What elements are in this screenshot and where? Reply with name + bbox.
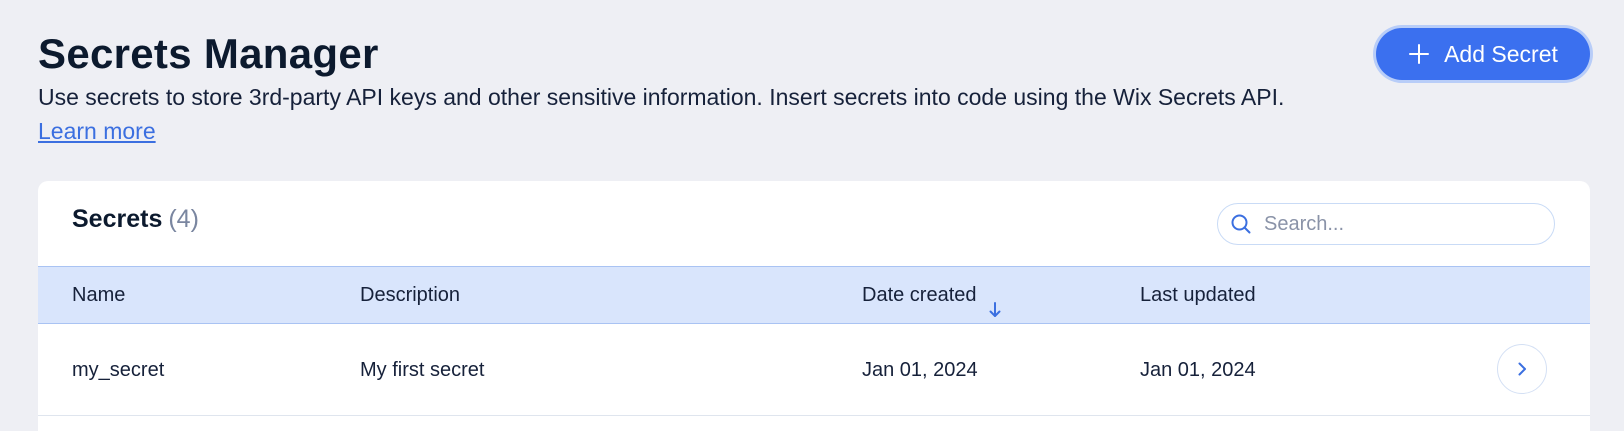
secrets-count: (4) — [168, 205, 199, 233]
secret-name-cell: my_secret — [72, 359, 165, 381]
last-updated-cell: Jan 01, 2024 — [1140, 359, 1256, 381]
add-secret-button[interactable]: Add Secret — [1376, 28, 1590, 80]
search-box[interactable] — [1217, 203, 1555, 245]
card-title-text: Secrets — [72, 205, 163, 233]
page-title: Secrets Manager — [38, 30, 379, 77]
column-header-date-created-label: Date created — [862, 284, 977, 306]
chevron-right-icon — [1518, 362, 1526, 376]
card-title: Secrets (4) — [72, 205, 199, 234]
column-header-description[interactable]: Description — [360, 267, 460, 323]
table-row[interactable]: my_secret My first secret Jan 01, 2024 J… — [38, 324, 1590, 416]
search-input[interactable] — [1262, 211, 1536, 237]
page-header: Secrets Manager Use secrets to store 3rd… — [38, 28, 1378, 148]
secret-description-cell: My first secret — [360, 359, 485, 381]
column-header-date-created[interactable]: Date created — [862, 267, 1002, 323]
add-secret-label: Add Secret — [1444, 40, 1558, 67]
date-created-cell: Jan 01, 2024 — [862, 359, 978, 381]
arrow-down-icon — [988, 285, 1002, 318]
open-secret-button[interactable] — [1497, 344, 1547, 394]
search-icon — [1230, 213, 1252, 235]
card-header: Secrets (4) — [38, 181, 1590, 266]
plus-icon — [1408, 43, 1430, 65]
column-header-last-updated[interactable]: Last updated — [1140, 267, 1256, 323]
secrets-card: Secrets(4) Name Description Date created — [38, 181, 1590, 431]
column-header-name[interactable]: Name — [72, 267, 125, 323]
table-header-row: Name Description Date created Last updat… — [38, 266, 1590, 324]
learn-more-link[interactable]: Learn more — [38, 114, 156, 148]
page-description: Use secrets to store 3rd-party API keys … — [38, 84, 1285, 110]
